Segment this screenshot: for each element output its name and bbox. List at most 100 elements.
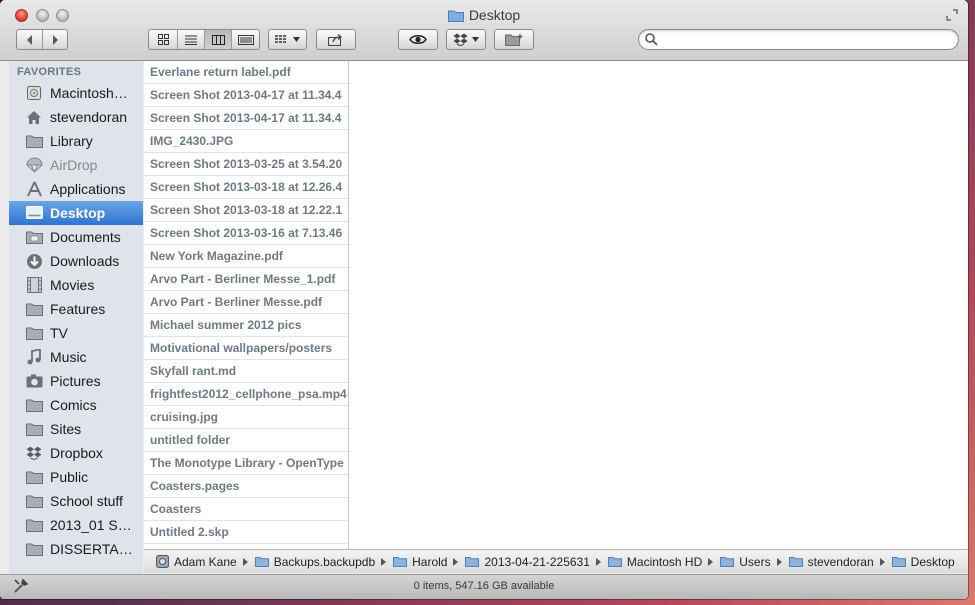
search-input[interactable]	[661, 31, 955, 50]
file-item[interactable]: Everlane return label.pdf	[144, 61, 348, 84]
sidebar-item-library[interactable]: Library	[9, 129, 143, 153]
sidebar-item-label: TV	[50, 325, 68, 341]
documents-icon	[23, 227, 45, 247]
sidebar-item-documents[interactable]: Documents	[9, 225, 143, 249]
path-item-label: Desktop	[910, 554, 955, 569]
sidebar-item-applications[interactable]: Applications	[9, 177, 143, 201]
path-item-adam-kane[interactable]: Adam Kane	[156, 555, 237, 569]
sidebar-item-dissertation[interactable]: DISSERTA…	[9, 537, 143, 561]
sidebar-item-tv[interactable]: TV	[9, 321, 143, 345]
file-item[interactable]: Screen Shot 2013-03-18 at 12.22.1	[144, 199, 348, 222]
path-separator-icon	[879, 557, 885, 566]
file-item[interactable]: Coasters.pages	[144, 475, 348, 498]
file-item[interactable]: Screen Shot 2013-03-25 at 3.54.20	[144, 153, 348, 176]
cover-flow-view-button[interactable]	[231, 30, 259, 49]
folder-icon	[23, 515, 45, 535]
sidebar-item-2013-01[interactable]: 2013_01 S…	[9, 513, 143, 537]
file-item[interactable]: Michael summer 2012 pics	[144, 314, 348, 337]
sidebar-item-label: Documents	[50, 229, 121, 245]
file-item[interactable]: Untitled 2.skp	[144, 521, 348, 544]
path-separator-icon	[242, 557, 248, 566]
path-item-users[interactable]: Users	[720, 555, 771, 569]
sidebar-item-stevendoran[interactable]: stevendoran	[9, 105, 143, 129]
file-item[interactable]: IMG_2430.JPG	[144, 130, 348, 153]
sidebar-item-public[interactable]: Public	[9, 465, 143, 489]
forward-button[interactable]	[42, 30, 67, 49]
path-item-label: stevendoran	[807, 554, 874, 569]
chevron-left-icon	[26, 34, 32, 45]
file-item[interactable]: New York Magazine.pdf	[144, 245, 348, 268]
list-view-icon	[185, 35, 197, 45]
path-item-desktop[interactable]: Desktop	[891, 554, 955, 569]
back-forward-group	[16, 29, 68, 50]
file-item[interactable]: Screen Shot 2013-03-18 at 12.26.4	[144, 176, 348, 199]
file-item[interactable]: Coasters	[144, 498, 348, 521]
file-item[interactable]: cruising.jpg	[144, 406, 348, 429]
cover-flow-view-icon	[237, 34, 254, 45]
dropbox-menu-button[interactable]	[446, 29, 486, 50]
column-view-button[interactable]	[204, 30, 231, 49]
sidebar-item-sites[interactable]: Sites	[9, 417, 143, 441]
list-view-button[interactable]	[177, 30, 204, 49]
file-item[interactable]: untitled folder	[144, 429, 348, 452]
pictures-icon	[23, 371, 45, 391]
path-item-macintosh-hd[interactable]: Macintosh HD	[607, 555, 702, 569]
sidebar-item-label: 2013_01 S…	[50, 517, 132, 533]
path-item-snapshot[interactable]: 2013-04-21-225631	[465, 555, 590, 569]
search-field[interactable]	[638, 29, 959, 50]
window-title: Desktop	[468, 7, 521, 23]
sidebar-item-pictures[interactable]: Pictures	[9, 369, 143, 393]
sites-icon	[23, 419, 45, 439]
arrange-button[interactable]	[268, 29, 307, 50]
sidebar-item-downloads[interactable]: Downloads	[9, 249, 143, 273]
search-icon	[645, 33, 658, 46]
path-separator-icon	[381, 557, 387, 566]
sidebar-item-music[interactable]: Music	[9, 345, 143, 369]
file-item[interactable]: Motivational wallpapers/posters	[144, 337, 348, 360]
file-item[interactable]: Screen Shot 2013-04-17 at 11.34.4	[144, 84, 348, 107]
file-column[interactable]: Everlane return label.pdf Screen Shot 20…	[144, 61, 349, 549]
path-item-harold[interactable]: Harold	[393, 555, 447, 569]
sidebar-item-label: Features	[50, 301, 106, 317]
sidebar-item-macintosh[interactable]: Macintosh…	[9, 81, 143, 105]
folder-icon	[720, 556, 735, 567]
file-item[interactable]: Arvo Part - Berliner Messe_1.pdf	[144, 268, 348, 291]
file-item[interactable]: Screen Shot 2013-03-16 at 7.13.46	[144, 222, 348, 245]
folder-icon	[607, 556, 622, 567]
sidebar-item-label: stevendoran	[50, 109, 128, 125]
arrange-grid-icon	[275, 34, 286, 43]
sidebar-item-label: Pictures	[50, 373, 101, 389]
icon-view-button[interactable]	[149, 30, 177, 49]
back-button[interactable]	[17, 30, 42, 49]
file-item[interactable]: frightfest2012_cellphone_psa.mp4	[144, 383, 348, 406]
hard-drive-icon	[23, 83, 45, 103]
new-folder-button[interactable]	[494, 29, 534, 50]
desktop-icon	[23, 203, 45, 223]
path-separator-icon	[708, 557, 714, 566]
sidebar-item-comics[interactable]: Comics	[9, 393, 143, 417]
chevron-down-icon	[472, 37, 479, 42]
chevron-right-icon	[53, 34, 58, 45]
share-button[interactable]	[316, 29, 356, 50]
sidebar-item-label: Sites	[50, 421, 82, 437]
quick-look-button[interactable]	[398, 29, 438, 50]
sidebar-item-features[interactable]: Features	[9, 297, 143, 321]
file-item[interactable]: Screen Shot 2013-04-17 at 11.34.4	[144, 107, 348, 130]
file-item[interactable]: The Monotype Library - OpenType	[144, 452, 348, 475]
sidebar-item-school-stuff[interactable]: School stuff	[9, 489, 143, 513]
sidebar-item-movies[interactable]: Movies	[9, 273, 143, 297]
eye-icon	[409, 35, 427, 44]
folder-icon	[254, 556, 269, 567]
sidebar-item-airdrop[interactable]: AirDrop	[9, 153, 143, 177]
fullscreen-icon[interactable]	[946, 9, 958, 21]
file-item[interactable]: Arvo Part - Berliner Messe.pdf	[144, 291, 348, 314]
sidebar-item-label: Comics	[50, 397, 97, 413]
folder-icon	[465, 556, 480, 567]
sidebar-item-label: Public	[50, 469, 89, 485]
sidebar-item-dropbox[interactable]: Dropbox	[9, 441, 143, 465]
sidebar-item-desktop[interactable]: Desktop	[9, 201, 143, 225]
file-item[interactable]: Skyfall rant.md	[144, 360, 348, 383]
path-item-backups[interactable]: Backups.backupdb	[254, 555, 375, 569]
music-icon	[23, 347, 45, 367]
path-item-stevendoran[interactable]: stevendoran	[788, 554, 874, 569]
